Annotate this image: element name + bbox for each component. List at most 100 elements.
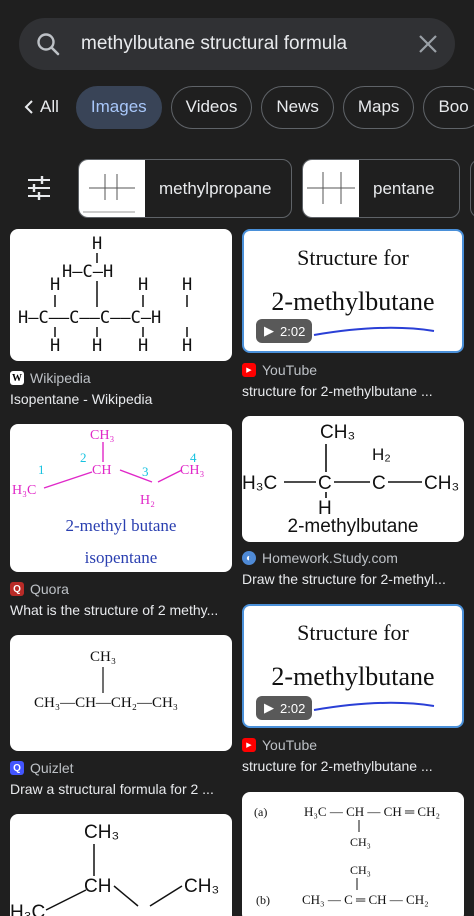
svg-text:H: H bbox=[92, 234, 102, 254]
svg-text:CH₃: CH₃ bbox=[320, 422, 355, 443]
chip-pentane[interactable]: pentane bbox=[302, 159, 460, 218]
tab-label: Videos bbox=[185, 97, 238, 116]
search-icon bbox=[35, 31, 61, 57]
search-input[interactable]: methylbutane structural formula bbox=[81, 33, 417, 55]
tab-label: Images bbox=[90, 97, 147, 116]
result-image[interactable]: H H—C—H H H H H—C——C——C——C—H H H H H bbox=[10, 229, 232, 361]
tab-maps[interactable]: Maps bbox=[342, 85, 415, 129]
result-source: ▶ YouTube bbox=[242, 362, 317, 378]
svg-text:H: H bbox=[182, 275, 192, 295]
result-title[interactable]: Draw a structural formula for 2 ... bbox=[10, 781, 232, 797]
structural-formula-image: H H—C—H H H H H—C——C——C——C—H H H H H bbox=[18, 234, 192, 356]
quizlet-icon: Q bbox=[10, 761, 24, 775]
tab-videos[interactable]: Videos bbox=[170, 85, 253, 129]
search-tabs: All Images Videos News Maps Boo bbox=[0, 84, 474, 130]
svg-text:H: H bbox=[92, 336, 102, 356]
svg-text:CH₃: CH₃ bbox=[90, 649, 116, 665]
chevron-left-icon bbox=[24, 99, 34, 115]
homework-study-icon: ◐ bbox=[242, 551, 256, 565]
svg-text:CH₃—CH—CH₂—CH₃: CH₃—CH—CH₂—CH₃ bbox=[34, 695, 178, 711]
tab-news[interactable]: News bbox=[261, 85, 334, 129]
svg-text:H₂: H₂ bbox=[372, 445, 391, 464]
svg-text:(b): (b) bbox=[256, 893, 270, 907]
tab-all[interactable]: All bbox=[20, 86, 67, 129]
result-title[interactable]: What is the structure of 2 methy... bbox=[10, 602, 232, 618]
svg-text:C: C bbox=[318, 473, 332, 494]
result-title[interactable]: Isopentane - Wikipedia bbox=[10, 391, 232, 407]
svg-text:H—C——C——C——C—H: H—C——C——C——C—H bbox=[18, 308, 161, 328]
svg-text:H: H bbox=[138, 336, 148, 356]
image-caption: 2-methylbutane bbox=[287, 516, 419, 537]
result-source: W Wikipedia bbox=[10, 370, 91, 386]
svg-text:H: H bbox=[138, 275, 148, 295]
search-bar[interactable]: methylbutane structural formula bbox=[19, 18, 455, 70]
play-icon: ▶ bbox=[264, 700, 274, 715]
svg-text:H: H bbox=[182, 336, 192, 356]
svg-text:H₃C: H₃C bbox=[10, 902, 45, 916]
svg-text:H: H bbox=[50, 275, 60, 295]
chip-methylpropane[interactable]: methylpropane bbox=[78, 159, 292, 218]
svg-text:CH₃: CH₃ bbox=[350, 863, 371, 877]
filter-icon[interactable] bbox=[26, 175, 52, 201]
svg-text:CH₃: CH₃ bbox=[350, 835, 371, 849]
svg-text:C: C bbox=[372, 473, 386, 494]
youtube-icon: ▶ bbox=[242, 363, 256, 377]
svg-text:H₃C: H₃C bbox=[242, 473, 277, 494]
quora-icon: Q bbox=[10, 582, 24, 596]
video-duration-badge: ▶ 2:02 bbox=[256, 696, 312, 720]
wikipedia-icon: W bbox=[10, 371, 24, 385]
tab-label: Boo bbox=[438, 97, 469, 116]
image-caption: 2-methyl butane bbox=[65, 516, 177, 535]
svg-text:2: 2 bbox=[80, 450, 87, 465]
svg-text:CH₃: CH₃ bbox=[424, 473, 459, 494]
result-title[interactable]: structure for 2-methylbutane ... bbox=[242, 758, 464, 774]
play-icon: ▶ bbox=[264, 323, 274, 338]
svg-text:3: 3 bbox=[142, 464, 149, 479]
chip-thumbnail bbox=[79, 160, 145, 217]
result-image[interactable]: CH₃ 2 CH 4 CH₃ 1 H₃C 3 H₂ 2-methyl butan… bbox=[10, 424, 232, 572]
structural-formula-image: CH₃ CH₃—CH—CH₂—CH₃ bbox=[34, 649, 178, 711]
result-image[interactable]: Structure for 2-methylbutane ▶ 2:02 bbox=[242, 604, 464, 728]
tab-label: News bbox=[276, 97, 319, 116]
youtube-icon: ▶ bbox=[242, 738, 256, 752]
result-image[interactable]: CH₃ CH₃—CH—CH₂—CH₃ bbox=[10, 635, 232, 751]
tab-label: All bbox=[40, 97, 59, 116]
result-image[interactable]: (a) H₃C — CH — CH ═ CH₂ CH₃ CH₃ (b) CH₃ … bbox=[242, 792, 464, 916]
result-image[interactable]: Structure for 2-methylbutane ▶ 2:02 bbox=[242, 229, 464, 353]
structural-formula-image: (a) H₃C — CH — CH ═ CH₂ CH₃ CH₃ (b) CH₃ … bbox=[254, 804, 440, 907]
chip-label: methylpropane bbox=[159, 178, 272, 198]
image-caption: isopentane bbox=[84, 548, 158, 567]
svg-text:1: 1 bbox=[38, 462, 45, 477]
chip-thumbnail bbox=[303, 160, 359, 217]
result-source: Q Quora bbox=[10, 581, 69, 597]
svg-text:CH₃: CH₃ bbox=[90, 428, 114, 443]
result-title[interactable]: structure for 2-methylbutane ... bbox=[242, 383, 464, 399]
svg-text:H₃C: H₃C bbox=[12, 483, 36, 498]
video-duration-badge: ▶ 2:02 bbox=[256, 319, 312, 343]
result-source: ▶ YouTube bbox=[242, 737, 317, 753]
result-source: ◐ Homework.Study.com bbox=[242, 550, 398, 566]
tab-books[interactable]: Boo bbox=[423, 85, 474, 129]
svg-text:CH₃: CH₃ bbox=[84, 822, 119, 843]
structural-formula-image: CH₃ CH CH₃ H₃C bbox=[10, 822, 219, 916]
tab-label: Maps bbox=[357, 97, 400, 116]
svg-text:(a): (a) bbox=[254, 805, 267, 819]
result-image[interactable]: CH₃ CH CH₃ H₃C bbox=[10, 814, 232, 916]
svg-text:CH₃ — C ═ CH — CH₂: CH₃ — C ═ CH — CH₂ bbox=[302, 892, 429, 907]
svg-text:H: H bbox=[50, 336, 60, 356]
chip-more[interactable] bbox=[470, 159, 474, 218]
svg-text:CH₃: CH₃ bbox=[180, 463, 204, 478]
result-source: Q Quizlet bbox=[10, 760, 74, 776]
svg-text:CH: CH bbox=[92, 463, 111, 478]
svg-text:H₃C — CH — CH ═ CH₂: H₃C — CH — CH ═ CH₂ bbox=[304, 804, 440, 819]
svg-text:CH₃: CH₃ bbox=[184, 876, 219, 897]
clear-icon[interactable] bbox=[417, 33, 439, 55]
result-image[interactable]: CH₃ H₂ H₃C C C CH₃ H 2-methylbutane bbox=[242, 416, 464, 542]
chip-label: pentane bbox=[373, 178, 435, 198]
result-title[interactable]: Draw the structure for 2-methyl... bbox=[242, 571, 464, 587]
related-chips: methylpropane pentane bbox=[0, 159, 474, 219]
svg-text:CH: CH bbox=[84, 876, 111, 897]
svg-text:H—C—H: H—C—H bbox=[62, 262, 113, 282]
tab-images[interactable]: Images bbox=[75, 85, 162, 129]
svg-text:H₂: H₂ bbox=[140, 493, 155, 508]
